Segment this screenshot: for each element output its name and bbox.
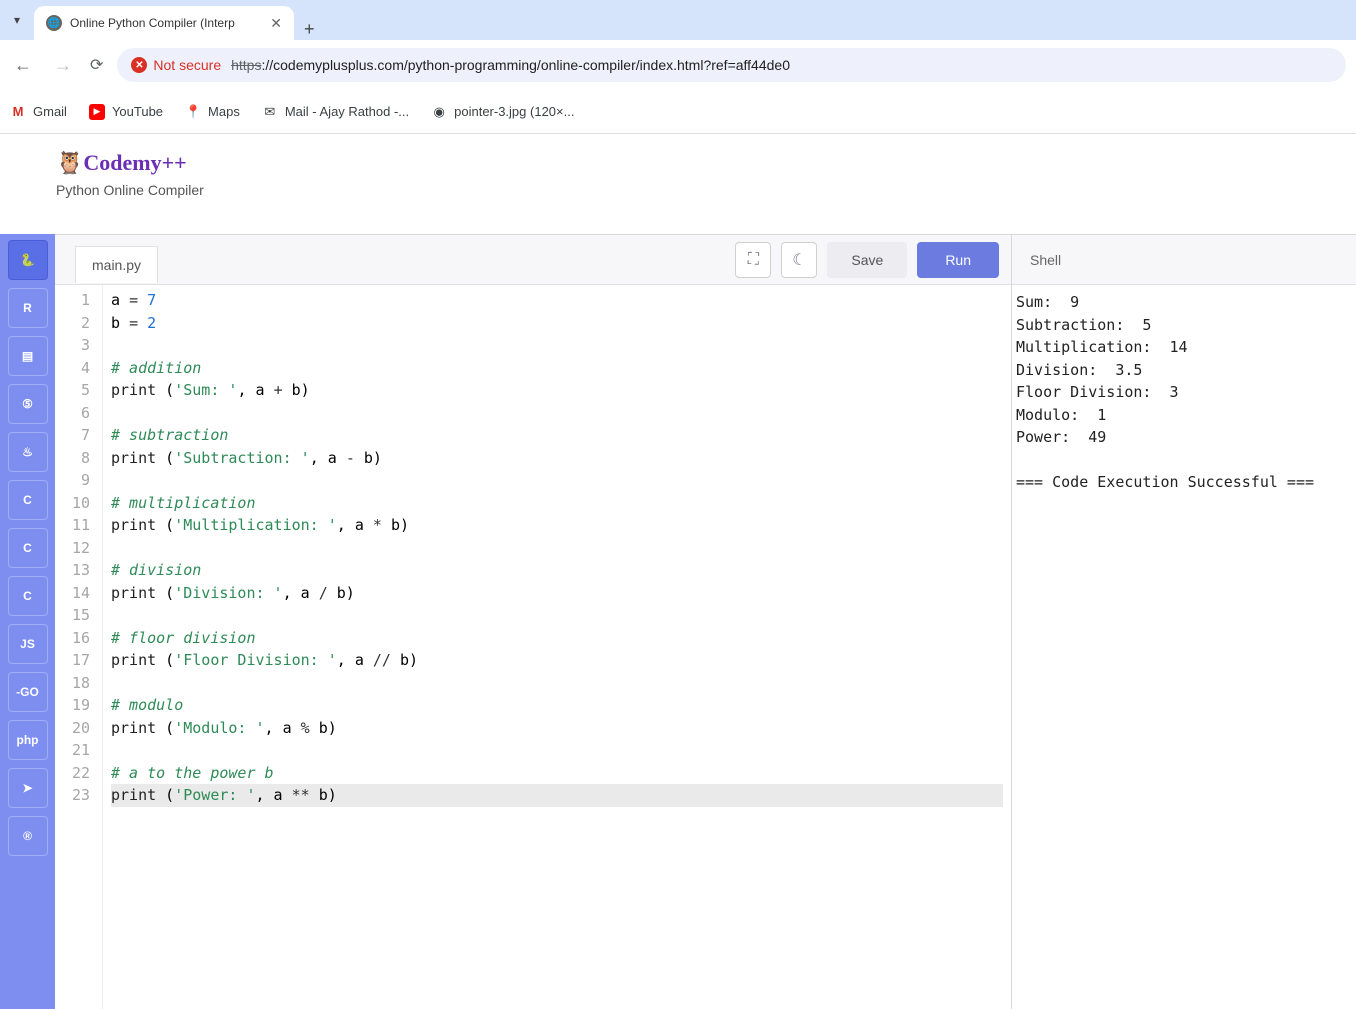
code-line[interactable]: print ('Power: ', a ** b) — [111, 784, 1003, 807]
reload-button[interactable]: ⟳ — [90, 55, 103, 75]
tab-search-chevron[interactable]: ▾ — [6, 5, 28, 35]
line-number-gutter: 1234567891011121314151617181920212223 — [55, 285, 103, 1009]
page-title: Python Online Compiler — [56, 176, 1300, 198]
lang-cpp-button[interactable]: C — [8, 528, 48, 568]
code-line[interactable]: b = 2 — [111, 312, 1003, 335]
globe-icon: 🌐 — [46, 15, 62, 31]
close-icon[interactable]: ✕ — [270, 15, 282, 32]
code-line[interactable] — [111, 402, 1003, 425]
url-text: https://codemyplusplus.com/python-progra… — [231, 57, 790, 73]
lang-csharp-button[interactable]: C — [8, 576, 48, 616]
run-button[interactable]: Run — [917, 242, 999, 278]
tab-title: Online Python Compiler (Interp — [70, 16, 235, 30]
youtube-icon: ▶ — [89, 104, 105, 120]
fullscreen-icon: ⛶ — [748, 251, 759, 269]
not-secure-icon: ✕ — [131, 57, 147, 73]
shell-toolbar: Shell — [1012, 235, 1356, 285]
code-line[interactable]: # floor division — [111, 627, 1003, 650]
lang-swift-button[interactable]: ➤ — [8, 768, 48, 808]
code-line[interactable]: # subtraction — [111, 424, 1003, 447]
theme-toggle-button[interactable]: ☾ — [781, 242, 817, 278]
code-line[interactable]: # division — [111, 559, 1003, 582]
editor-panel: main.py ⛶ ☾ Save Run 1234567891011121314… — [55, 235, 1012, 1009]
lang-java-button[interactable]: ♨ — [8, 432, 48, 472]
code-line[interactable]: # a to the power b — [111, 762, 1003, 785]
bookmark-maps[interactable]: 📍 Maps — [185, 104, 240, 120]
not-secure-label: Not secure — [153, 57, 221, 73]
code-line[interactable] — [111, 739, 1003, 762]
security-badge[interactable]: ✕ Not secure — [131, 57, 221, 73]
site-logo[interactable]: 🦉Codemy++ — [56, 150, 1300, 176]
code-line[interactable]: print ('Sum: ', a + b) — [111, 379, 1003, 402]
code-line[interactable] — [111, 537, 1003, 560]
site-header: 🦉Codemy++ Python Online Compiler — [0, 134, 1356, 234]
moon-icon: ☾ — [792, 250, 806, 270]
browser-toolbar: ← → ⟳ ✕ Not secure https://codemyplusplu… — [0, 40, 1356, 90]
language-sidebar: 🐍R▤⑤♨CCCJS-GOphp➤® — [0, 234, 55, 1009]
bookmark-youtube[interactable]: ▶ YouTube — [89, 104, 163, 120]
code-line[interactable]: print ('Floor Division: ', a // b) — [111, 649, 1003, 672]
lang-r-button[interactable]: R — [8, 288, 48, 328]
code-line[interactable] — [111, 334, 1003, 357]
browser-tab-strip: ▾ 🌐 Online Python Compiler (Interp ✕ + — [0, 0, 1356, 40]
code-line[interactable]: # modulo — [111, 694, 1003, 717]
code-line[interactable] — [111, 672, 1003, 695]
code-line[interactable]: # multiplication — [111, 492, 1003, 515]
mail-icon: ✉ — [262, 104, 278, 120]
gmail-icon: M — [10, 104, 26, 120]
fullscreen-button[interactable]: ⛶ — [735, 242, 771, 278]
lang-sql-button[interactable]: ▤ — [8, 336, 48, 376]
code-line[interactable]: a = 7 — [111, 289, 1003, 312]
bookmark-pointer[interactable]: ◉ pointer-3.jpg (120×... — [431, 104, 574, 120]
code-line[interactable]: print ('Subtraction: ', a - b) — [111, 447, 1003, 470]
compiler-app: 🐍R▤⑤♨CCCJS-GOphp➤® main.py ⛶ ☾ Save Run … — [0, 234, 1356, 1009]
lang-c-button[interactable]: C — [8, 480, 48, 520]
maps-icon: 📍 — [185, 104, 201, 120]
code-line[interactable]: print ('Modulo: ', a % b) — [111, 717, 1003, 740]
shell-panel: Shell Sum: 9 Subtraction: 5 Multiplicati… — [1012, 235, 1356, 1009]
code-area[interactable]: a = 7b = 2 # additionprint ('Sum: ', a +… — [103, 285, 1011, 1009]
editor-toolbar: main.py ⛶ ☾ Save Run — [55, 235, 1011, 285]
bookmark-gmail[interactable]: M Gmail — [10, 104, 67, 120]
bookmark-mail[interactable]: ✉ Mail - Ajay Rathod -... — [262, 104, 409, 120]
lang-rust-button[interactable]: ® — [8, 816, 48, 856]
lang-php-button[interactable]: php — [8, 720, 48, 760]
code-editor[interactable]: 1234567891011121314151617181920212223 a … — [55, 285, 1011, 1009]
browser-tab-active[interactable]: 🌐 Online Python Compiler (Interp ✕ — [34, 6, 294, 40]
new-tab-button[interactable]: + — [294, 19, 325, 40]
lang-python-button[interactable]: 🐍 — [8, 240, 48, 280]
code-line[interactable]: print ('Division: ', a / b) — [111, 582, 1003, 605]
lang-go-button[interactable]: -GO — [8, 672, 48, 712]
code-line[interactable]: print ('Multiplication: ', a * b) — [111, 514, 1003, 537]
address-bar[interactable]: ✕ Not secure https://codemyplusplus.com/… — [117, 48, 1346, 82]
code-line[interactable] — [111, 604, 1003, 627]
forward-button[interactable]: → — [50, 51, 76, 80]
lang-js-button[interactable]: JS — [8, 624, 48, 664]
back-button[interactable]: ← — [10, 51, 36, 80]
bookmarks-bar: M Gmail ▶ YouTube 📍 Maps ✉ Mail - Ajay R… — [0, 90, 1356, 134]
lang-html-button[interactable]: ⑤ — [8, 384, 48, 424]
code-line[interactable]: # addition — [111, 357, 1003, 380]
shell-tab[interactable]: Shell — [1024, 252, 1061, 268]
globe-icon: ◉ — [431, 104, 447, 120]
save-button[interactable]: Save — [827, 242, 907, 278]
file-tab[interactable]: main.py — [75, 246, 158, 283]
shell-output[interactable]: Sum: 9 Subtraction: 5 Multiplication: 14… — [1012, 285, 1356, 1009]
code-line[interactable] — [111, 469, 1003, 492]
